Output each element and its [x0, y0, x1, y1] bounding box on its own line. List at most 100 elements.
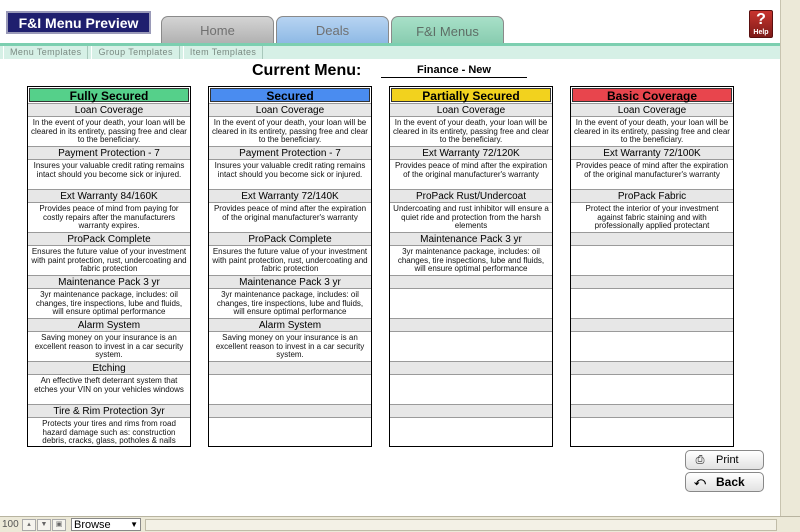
item-description: In the event of your death, your loan wi… — [31, 118, 187, 145]
menu-item[interactable]: Ext Warranty 72/120K Provides peace of mi… — [390, 146, 552, 189]
empty-item-description — [571, 418, 733, 447]
empty-item-description — [390, 418, 552, 447]
item-title: Payment Protection - 7 — [209, 147, 371, 160]
menu-item[interactable] — [571, 361, 733, 404]
menu-item[interactable]: Maintenance Pack 3 yr 3yr maintenance pac… — [28, 275, 190, 318]
status-toggle-icon[interactable]: ▣ — [52, 518, 66, 531]
subtab-group-templates[interactable]: Group Templates — [91, 46, 180, 59]
column-header[interactable]: Fully Secured — [29, 88, 189, 103]
item-description: 3yr maintenance package, includes: oil c… — [35, 290, 183, 317]
menu-item[interactable] — [390, 275, 552, 318]
item-title: ProPack Complete — [209, 233, 371, 246]
menu-item[interactable]: Alarm System Saving money on your insuran… — [28, 318, 190, 361]
item-description: Saving money on your insurance is an exc… — [34, 333, 184, 360]
zoom-in-icon[interactable]: ▼ — [37, 518, 51, 531]
vertical-scrollbar[interactable] — [780, 0, 800, 516]
menu-item[interactable] — [571, 232, 733, 275]
menu-item[interactable]: Etching An effective theft deterrant syst… — [28, 361, 190, 404]
menu-item[interactable] — [209, 404, 371, 447]
subtab-bar: Menu Templates Group Templates Item Temp… — [0, 43, 780, 59]
menu-item[interactable] — [209, 361, 371, 404]
item-title: Etching — [28, 362, 190, 375]
empty-item-title — [571, 362, 733, 375]
app-title: F&I Menu Preview — [6, 11, 151, 34]
empty-item-title — [390, 362, 552, 375]
mode-select[interactable]: Browse ▼ — [71, 518, 141, 531]
tab-deals[interactable]: Deals — [276, 16, 389, 44]
item-title: Loan Coverage — [28, 104, 190, 117]
menu-item[interactable] — [390, 361, 552, 404]
menu-item[interactable] — [571, 404, 733, 447]
menu-item[interactable]: Loan Coverage In the event of your death,… — [390, 103, 552, 146]
menu-item[interactable]: ProPack Complete Ensures the future value… — [28, 232, 190, 275]
column-header[interactable]: Partially Secured — [391, 88, 551, 103]
empty-item-description — [390, 375, 552, 404]
item-title: Payment Protection - 7 — [28, 147, 190, 160]
item-description: In the event of your death, your loan wi… — [212, 118, 368, 145]
menu-item[interactable]: Loan Coverage In the event of your death,… — [28, 103, 190, 146]
item-description: In the event of your death, your loan wi… — [393, 118, 549, 145]
menu-item[interactable] — [571, 318, 733, 361]
menu-item[interactable] — [571, 275, 733, 318]
tab-home[interactable]: Home — [161, 16, 274, 44]
item-title: Ext Warranty 72/120K — [390, 147, 552, 160]
item-description: Provides peace of mind after the expirat… — [575, 161, 729, 179]
menu-item[interactable]: Payment Protection - 7 Insures your valua… — [28, 146, 190, 189]
menu-item[interactable]: ProPack Rust/Undercoat Undercoating and r… — [390, 189, 552, 232]
current-menu-value: Finance - New — [381, 64, 527, 78]
menu-item[interactable]: Ext Warranty 84/160K Provides peace of mi… — [28, 189, 190, 232]
menu-column: Secured Loan Coverage In the event of your… — [208, 86, 372, 447]
column-header[interactable]: Secured — [210, 88, 370, 103]
empty-item-description — [571, 289, 733, 318]
item-description: Saving money on your insurance is an exc… — [215, 333, 365, 360]
menu-column: Basic Coverage Loan Coverage In the event … — [570, 86, 734, 447]
menu-column: Partially Secured Loan Coverage In the eve… — [389, 86, 553, 447]
empty-item-description — [209, 375, 371, 404]
menu-item[interactable]: Loan Coverage In the event of your death,… — [571, 103, 733, 146]
item-description: Insures your valuable credit rating rema… — [214, 161, 366, 179]
print-label: Print — [716, 454, 739, 466]
menu-item[interactable]: Maintenance Pack 3 yr 3yr maintenance pac… — [390, 232, 552, 275]
chevron-down-icon: ▼ — [130, 520, 138, 529]
menu-item[interactable]: ProPack Fabric Protect the interior of yo… — [571, 189, 733, 232]
menu-item[interactable] — [390, 404, 552, 447]
back-arrow-icon: ⤺ — [694, 476, 706, 488]
empty-item-description — [571, 332, 733, 361]
menu-column: Fully Secured Loan Coverage In the event o… — [27, 86, 191, 447]
horizontal-scrollbar[interactable] — [145, 519, 777, 531]
zoom-level[interactable]: 100 — [0, 519, 22, 530]
tab-fi-menus[interactable]: F&I Menus — [391, 16, 504, 45]
item-description: Insures your valuable credit rating rema… — [33, 161, 185, 179]
menu-item[interactable] — [390, 318, 552, 361]
menu-item[interactable]: Ext Warranty 72/100K Provides peace of mi… — [571, 146, 733, 189]
mode-value: Browse — [74, 519, 111, 531]
item-description: An effective theft deterrant system that… — [34, 376, 184, 394]
item-description: In the event of your death, your loan wi… — [574, 118, 730, 145]
menu-item[interactable]: ProPack Complete Ensures the future value… — [209, 232, 371, 275]
zoom-out-icon[interactable]: ▴ — [22, 518, 36, 531]
empty-item-title — [209, 405, 371, 418]
subtab-menu-templates[interactable]: Menu Templates — [3, 46, 89, 59]
menu-item[interactable]: Maintenance Pack 3 yr 3yr maintenance pac… — [209, 275, 371, 318]
menu-item[interactable]: Tire & Rim Protection 3yr Protects your t… — [28, 404, 190, 447]
menu-item[interactable]: Payment Protection - 7 Insures your valua… — [209, 146, 371, 189]
empty-item-title — [390, 276, 552, 289]
item-description: Provides peace of mind from paying for c… — [39, 204, 179, 231]
item-title: Loan Coverage — [571, 104, 733, 117]
item-title: ProPack Rust/Undercoat — [390, 190, 552, 203]
column-header[interactable]: Basic Coverage — [572, 88, 732, 103]
item-description: Protect the interior of your investment … — [585, 204, 719, 231]
item-title: Loan Coverage — [390, 104, 552, 117]
subtab-item-templates[interactable]: Item Templates — [182, 46, 264, 59]
menu-item[interactable]: Loan Coverage In the event of your death,… — [209, 103, 371, 146]
back-button[interactable]: ⤺ Back — [685, 472, 764, 492]
empty-item-title — [571, 405, 733, 418]
item-title: Alarm System — [28, 319, 190, 332]
menu-item[interactable]: Ext Warranty 72/140K Provides peace of mi… — [209, 189, 371, 232]
menu-item[interactable]: Alarm System Saving money on your insuran… — [209, 318, 371, 361]
print-button[interactable]: ⎙ Print — [685, 450, 764, 470]
help-button[interactable]: ? Help — [749, 10, 773, 38]
empty-item-title — [571, 233, 733, 246]
item-description: Provides peace of mind after the expirat… — [213, 204, 367, 222]
item-description: Undercoating and rust inhibitor will ens… — [393, 204, 549, 231]
